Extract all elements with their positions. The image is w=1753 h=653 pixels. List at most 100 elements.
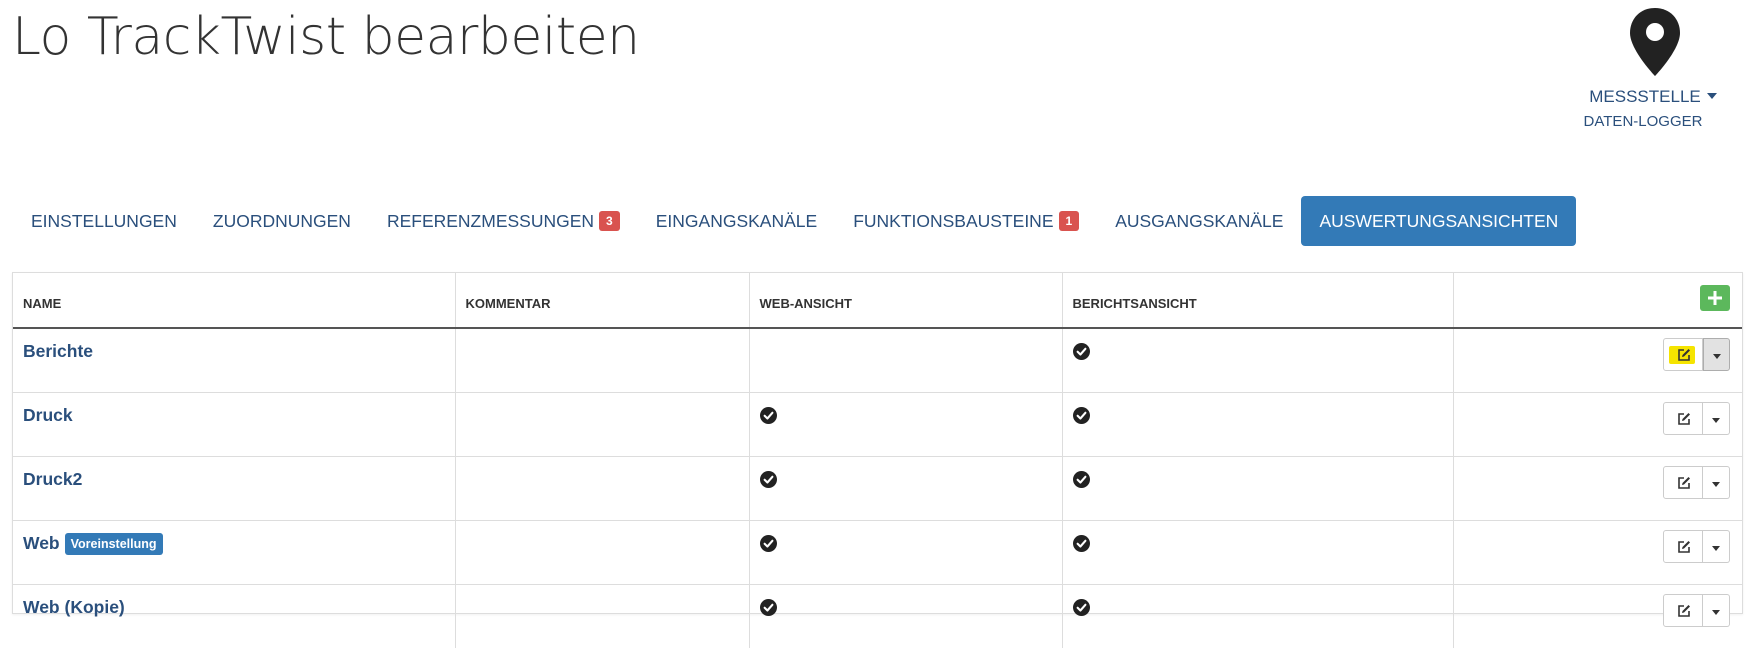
row-actions (1663, 338, 1730, 371)
row-actions (1663, 466, 1730, 499)
tab-auswertungsansichten[interactable]: AUSWERTUNGSANSICHTEN (1301, 196, 1577, 246)
add-view-button[interactable] (1700, 285, 1730, 311)
table-row: Druck2 (13, 456, 1742, 521)
name-cell: Web Voreinstellung (13, 520, 456, 585)
row-actions (1663, 594, 1730, 627)
edit-button[interactable] (1663, 530, 1703, 563)
tab-label: AUSGANGSKANÄLE (1115, 211, 1284, 231)
edit-button[interactable] (1663, 338, 1703, 371)
comment-cell (455, 328, 750, 393)
edit-button[interactable] (1663, 402, 1703, 435)
comment-cell (455, 392, 750, 457)
check-circle-icon (1072, 407, 1090, 424)
edit-icon (1678, 413, 1690, 425)
tab-label: ZUORDNUNGEN (212, 211, 351, 231)
plus-icon (1708, 291, 1722, 305)
web-view-cell (749, 392, 1063, 457)
count-badge: 3 (599, 211, 620, 231)
caret-down-icon (1712, 610, 1720, 615)
report-view-cell (1062, 520, 1454, 585)
location-label: MESSSTELLE (1589, 87, 1701, 106)
web-view-cell (749, 328, 1063, 393)
caret-down-icon (1712, 482, 1720, 487)
tab-bar: EINSTELLUNGEN ZUORDNUNGEN REFERENZMESSUN… (13, 196, 1577, 246)
actions-cell (1453, 456, 1742, 521)
view-name-link[interactable]: Web (Kopie) (23, 597, 125, 617)
location-dropdown[interactable]: MESSSTELLE (1567, 87, 1739, 107)
name-cell: Druck (13, 392, 456, 457)
tab-label: EINSTELLUNGEN (31, 211, 177, 231)
count-badge: 1 (1058, 211, 1080, 231)
chevron-down-icon (1706, 93, 1717, 99)
table-row: Web Voreinstellung (13, 520, 1742, 585)
table-row: Druck (13, 392, 1742, 457)
column-header-comment: KOMMENTAR (455, 273, 750, 329)
dropdown-toggle-button[interactable] (1703, 530, 1730, 563)
actions-cell (1453, 585, 1742, 649)
check-circle-icon (1072, 599, 1090, 616)
name-cell: Druck2 (13, 456, 456, 521)
actions-cell (1453, 520, 1742, 585)
edit-icon (1678, 541, 1690, 553)
tab-label: EINGANGSKANÄLE (655, 211, 818, 231)
check-circle-icon (1072, 535, 1090, 552)
check-circle-icon (759, 599, 777, 616)
web-view-cell (749, 456, 1063, 521)
edit-icon (1678, 605, 1690, 617)
tab-eingangskanaele[interactable]: EINGANGSKANÄLE (638, 196, 835, 246)
check-circle-icon (1072, 343, 1090, 360)
page-title: Lo TrackTwist bearbeiten (12, 7, 640, 67)
web-view-cell (749, 520, 1063, 585)
row-actions (1663, 402, 1730, 435)
caret-down-icon (1713, 354, 1721, 359)
comment-cell (455, 456, 750, 521)
row-actions (1663, 530, 1730, 563)
edit-button[interactable] (1663, 594, 1703, 627)
tab-einstellungen[interactable]: EINSTELLUNGEN (13, 196, 195, 246)
tab-ausgangskanaele[interactable]: AUSGANGSKANÄLE (1097, 196, 1301, 246)
dropdown-toggle-button[interactable] (1703, 466, 1730, 499)
tab-label: AUSWERTUNGSANSICHTEN (1319, 211, 1559, 231)
name-cell: Web (Kopie) (13, 584, 456, 648)
check-circle-icon (1072, 471, 1090, 488)
column-header-name: NAME (13, 273, 456, 329)
view-name-link[interactable]: Druck (23, 405, 73, 425)
comment-cell (455, 520, 750, 585)
check-circle-icon (759, 407, 777, 424)
name-cell: Berichte (13, 328, 456, 393)
view-name-link[interactable]: Berichte (23, 341, 93, 361)
table-row: Berichte (13, 328, 1742, 393)
tab-zuordnungen[interactable]: ZUORDNUNGEN (195, 196, 369, 246)
default-label: Voreinstellung (64, 533, 163, 555)
map-pin-icon (1630, 8, 1680, 76)
tab-funktionsbausteine[interactable]: FUNKTIONSBAUSTEINE 1 (835, 196, 1097, 246)
actions-cell (1453, 328, 1742, 393)
dropdown-toggle-button[interactable] (1703, 402, 1730, 435)
location-subtitle: DATEN-LOGGER (1583, 113, 1703, 130)
edit-icon (1678, 477, 1690, 489)
tab-label: FUNKTIONSBAUSTEINE (853, 211, 1054, 231)
column-header-web-view: WEB-ANSICHT (749, 273, 1063, 329)
dropdown-toggle-button[interactable] (1703, 594, 1730, 627)
caret-down-icon (1712, 418, 1720, 423)
views-table: NAME KOMMENTAR WEB-ANSICHT BERICHTSANSIC… (13, 273, 1742, 648)
report-view-cell (1062, 328, 1454, 393)
report-view-cell (1062, 392, 1454, 457)
edit-icon (1678, 349, 1690, 361)
views-table-panel: NAME KOMMENTAR WEB-ANSICHT BERICHTSANSIC… (12, 272, 1743, 648)
tab-referenzmessungen[interactable]: REFERENZMESSUNGEN 3 (369, 196, 638, 246)
edit-button[interactable] (1663, 466, 1703, 499)
column-header-actions (1453, 273, 1742, 329)
report-view-cell (1062, 456, 1454, 521)
caret-down-icon (1712, 546, 1720, 551)
tab-label: REFERENZMESSUNGEN (386, 211, 595, 231)
dropdown-toggle-button[interactable] (1703, 338, 1730, 371)
table-header-row: NAME KOMMENTAR WEB-ANSICHT BERICHTSANSIC… (13, 273, 1742, 329)
column-header-report-view: BERICHTSANSICHT (1062, 273, 1454, 329)
view-name-link[interactable]: Web (23, 533, 60, 553)
check-circle-icon (759, 535, 777, 552)
web-view-cell (749, 584, 1063, 648)
comment-cell (455, 584, 750, 648)
page: Lo TrackTwist bearbeiten MESSSTELLE DATE… (0, 0, 1753, 653)
view-name-link[interactable]: Druck2 (23, 469, 82, 489)
